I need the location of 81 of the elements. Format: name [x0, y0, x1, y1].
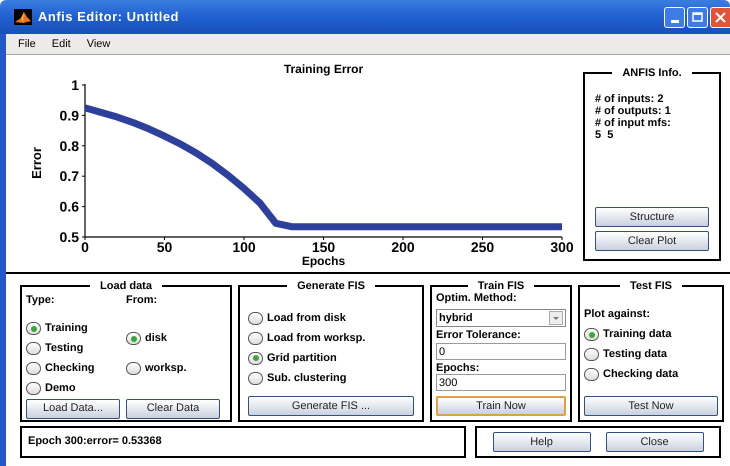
- y-tick-label: 0.9: [60, 107, 79, 124]
- x-tick-label: 150: [312, 239, 336, 255]
- panel-title: Test FIS: [629, 280, 673, 292]
- x-tick-label: 200: [391, 239, 415, 255]
- panel-title: Generate FIS: [296, 280, 366, 292]
- radio-label: Load from disk: [267, 310, 346, 326]
- radio-button[interactable]: [248, 332, 263, 344]
- x-tick-label: 100: [232, 239, 256, 255]
- radio-button[interactable]: [584, 368, 599, 381]
- field-label: Epochs:: [436, 362, 480, 374]
- dialog-button[interactable]: Help: [492, 432, 590, 452]
- radio-button[interactable]: [26, 322, 41, 335]
- minimize-icon: [670, 20, 678, 22]
- test-now-button[interactable]: Test Now: [584, 396, 718, 416]
- tolerance-field[interactable]: 0: [436, 343, 566, 360]
- panel-title: ANFIS Info.: [621, 67, 683, 79]
- chart-title: Training Error: [284, 62, 364, 76]
- radio-label: Testing data: [603, 347, 667, 362]
- info-text: # of outputs: 1: [595, 105, 672, 117]
- close-button[interactable]: [710, 6, 730, 28]
- radio-button[interactable]: [126, 332, 141, 345]
- info-text: # of input mfs:: [595, 117, 672, 129]
- x-tick-label: 300: [550, 239, 574, 255]
- y-axis-label: Error: [29, 147, 44, 179]
- column-label: Type:: [26, 293, 56, 308]
- menu-item[interactable]: View: [86, 36, 110, 52]
- plot-button[interactable]: Structure: [595, 207, 709, 227]
- train-now-button[interactable]: Train Now: [436, 396, 566, 416]
- x-tick-label: 0: [81, 239, 89, 255]
- radio-button[interactable]: [584, 348, 599, 361]
- panel-title: Train FIS: [476, 280, 526, 292]
- radio-button[interactable]: [248, 372, 263, 384]
- radio-button[interactable]: [248, 312, 263, 324]
- radio-label: Checking data: [603, 367, 678, 382]
- radio-button[interactable]: [26, 362, 41, 375]
- column-label: From:: [126, 293, 158, 308]
- plot-button[interactable]: Clear Plot: [595, 231, 709, 251]
- radio-label: Testing: [45, 341, 84, 356]
- minimize-button[interactable]: [664, 6, 685, 28]
- radio-label: Grid partition: [267, 350, 337, 366]
- y-tick-label: 0.7: [60, 168, 79, 184]
- radio-label: Demo: [45, 381, 76, 396]
- radio-button[interactable]: [248, 352, 263, 364]
- field-label: Plot against:: [584, 307, 652, 322]
- close-icon: [715, 12, 726, 22]
- radio-button[interactable]: [26, 342, 41, 355]
- radio-label: disk: [145, 331, 168, 346]
- radio-label: Sub. clustering: [267, 370, 346, 386]
- radio-button[interactable]: [126, 362, 141, 375]
- generate-fis-button[interactable]: Generate FIS ...: [248, 396, 414, 416]
- panel-title: Load data: [99, 280, 153, 292]
- y-tick-label: 0.8: [60, 138, 79, 154]
- radio-button[interactable]: [26, 382, 41, 395]
- x-tick-label: 250: [470, 239, 494, 255]
- radio-button[interactable]: [584, 328, 599, 341]
- epochs-field[interactable]: 300: [436, 374, 566, 391]
- y-tick-label: 1: [71, 77, 79, 93]
- maximize-button[interactable]: [687, 6, 708, 28]
- method-dropdown[interactable]: hybrid: [436, 309, 566, 327]
- x-tick-label: 50: [156, 239, 172, 255]
- y-tick-label: 0.6: [60, 198, 79, 215]
- status-message: Epoch 300:error= 0.53368: [20, 426, 466, 458]
- data-button[interactable]: Load Data...: [26, 398, 120, 418]
- info-text: 5 5: [595, 129, 614, 141]
- menu-item[interactable]: File: [18, 36, 36, 52]
- x-axis-label: Epochs: [302, 254, 346, 268]
- radio-label: Training data: [603, 327, 672, 342]
- dialog-button[interactable]: Close: [606, 432, 704, 452]
- app-icon: [14, 9, 32, 25]
- info-text: # of inputs: 2: [595, 93, 664, 105]
- window-title: Anfis Editor: Untitled: [38, 8, 179, 26]
- y-tick-label: 0.5: [60, 229, 79, 245]
- field-label: Optim. Method:: [436, 292, 518, 305]
- maximize-icon: [692, 12, 703, 22]
- radio-label: Training: [45, 321, 88, 336]
- menu-item[interactable]: Edit: [52, 36, 71, 52]
- field-label: Error Tolerance:: [436, 329, 522, 342]
- radio-label: worksp.: [145, 361, 187, 376]
- data-button[interactable]: Clear Data: [126, 398, 220, 418]
- radio-label: Load from worksp.: [267, 330, 366, 346]
- radio-label: Checking: [45, 361, 95, 376]
